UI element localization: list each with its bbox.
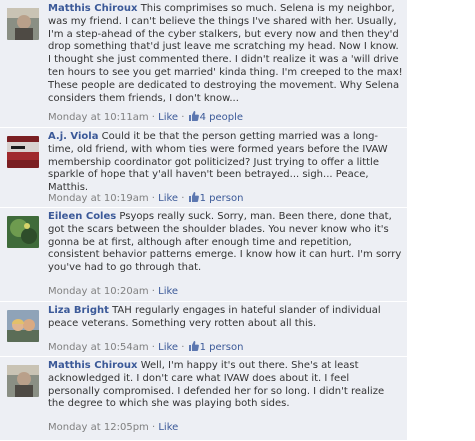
comment-timestamp[interactable]: Monday at 10:20am [48, 286, 149, 297]
like-link[interactable]: Like [158, 286, 178, 297]
comment-timestamp[interactable]: Monday at 10:11am [48, 112, 149, 123]
avatar-photo [7, 8, 39, 40]
comment-author-link[interactable]: Matthis Chiroux [48, 3, 138, 14]
comment-text: This comprimises so much. Selena is my n… [48, 3, 403, 104]
avatar[interactable] [7, 8, 39, 40]
like-count-link[interactable]: 1 person [188, 341, 244, 353]
avatar-photo [7, 365, 39, 397]
separator: · [151, 193, 155, 204]
like-link[interactable]: Like [158, 342, 178, 353]
like-link[interactable]: Like [158, 112, 178, 123]
like-count: 1 person [199, 342, 244, 353]
avatar[interactable] [7, 136, 39, 168]
comment-meta: Monday at 10:20am · Like [48, 286, 178, 298]
comment-content: Matthis Chiroux This comprimises so much… [48, 3, 403, 105]
avatar-photo [7, 310, 39, 342]
comment-meta: Monday at 10:54am · Like · 1 person [48, 341, 243, 354]
like-link[interactable]: Like [158, 193, 178, 204]
avatar[interactable] [7, 310, 39, 342]
like-link[interactable]: Like [158, 422, 178, 433]
avatar-photo [7, 216, 39, 248]
like-count: 1 person [199, 193, 244, 204]
comment-item: A.j. Viola Could it be that the person g… [0, 128, 407, 208]
separator: · [151, 286, 155, 297]
separator: · [151, 112, 155, 123]
separator: · [181, 342, 185, 353]
avatar[interactable] [7, 365, 39, 397]
comment-content: Liza Bright TAH regularly engages in hat… [48, 305, 403, 331]
comment-author-link[interactable]: A.j. Viola [48, 131, 98, 142]
comment-timestamp[interactable]: Monday at 10:54am [48, 342, 149, 353]
comment-meta: Monday at 10:11am · Like · 4 people [48, 111, 243, 124]
comment-meta: Monday at 10:19am · Like · 1 person [48, 192, 243, 205]
like-count-link[interactable]: 1 person [188, 192, 244, 204]
thumbs-up-icon [188, 192, 199, 202]
like-count: 4 people [199, 112, 244, 123]
separator: · [151, 422, 156, 433]
comment-author-link[interactable]: Matthis Chiroux [48, 360, 138, 371]
comment-item: Matthis Chiroux This comprimises so much… [0, 0, 407, 128]
comment-timestamp[interactable]: Monday at 12:05pm [48, 422, 149, 433]
comment-item: Eileen Coles Psyops really suck. Sorry, … [0, 208, 407, 302]
comment-author-link[interactable]: Liza Bright [48, 305, 109, 316]
comment-meta: Monday at 12:05pm · Like [48, 422, 178, 434]
comment-feed: Matthis Chiroux This comprimises so much… [0, 0, 410, 441]
avatar[interactable] [7, 216, 39, 248]
like-count-link[interactable]: 4 people [188, 111, 244, 123]
comment-item: Matthis Chiroux Well, I'm happy it's out… [0, 357, 407, 441]
avatar-photo [7, 136, 39, 168]
comment-author-link[interactable]: Eileen Coles [48, 211, 116, 222]
comment-content: Matthis Chiroux Well, I'm happy it's out… [48, 360, 403, 411]
separator: · [181, 112, 185, 123]
separator: · [181, 193, 185, 204]
comment-text: Could it be that the person getting marr… [48, 131, 388, 194]
comment-timestamp[interactable]: Monday at 10:19am [48, 193, 149, 204]
comment-content: A.j. Viola Could it be that the person g… [48, 131, 403, 195]
thumbs-up-icon [188, 341, 199, 351]
comment-content: Eileen Coles Psyops really suck. Sorry, … [48, 211, 403, 275]
thumbs-up-icon [188, 111, 199, 121]
comment-item: Liza Bright TAH regularly engages in hat… [0, 302, 407, 357]
separator: · [151, 342, 155, 353]
